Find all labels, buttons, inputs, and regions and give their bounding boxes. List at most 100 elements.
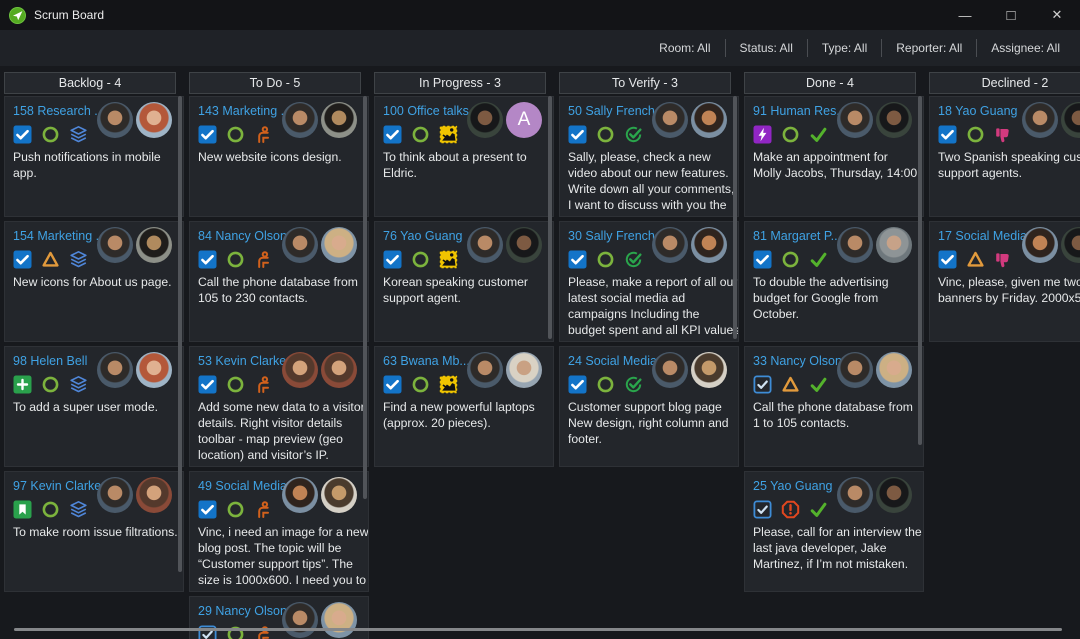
task-card[interactable]: 84 Nancy Olson Call the phone database fr…: [189, 221, 369, 342]
triangle-orange-icon: [966, 250, 985, 269]
column-cards: 143 Marketing ...New website icons desig…: [189, 96, 367, 639]
thumbsdown-pink-icon: [994, 250, 1013, 269]
person-orange-icon: [254, 250, 273, 269]
task-filled-icon: [198, 500, 217, 519]
card-title-link[interactable]: 50 Sally French: [568, 104, 655, 118]
board-column: To Do - 5143 Marketing ...New website ic…: [189, 72, 367, 639]
task-card[interactable]: 53 Kevin ClarkeAdd some new data to a vi…: [189, 346, 369, 467]
task-card[interactable]: 29 Nancy OlsonSend me the list of our ne…: [189, 596, 369, 639]
maximize-button[interactable]: □: [988, 0, 1034, 30]
card-title-link[interactable]: 29 Nancy Olson: [198, 604, 287, 618]
column-cards: 18 Yao GuangTwo Spanish speaking custome…: [929, 96, 1080, 639]
task-card[interactable]: 33 Nancy Olson Call the phone database fr…: [744, 346, 924, 467]
circle-green-icon: [411, 375, 430, 394]
card-description: Customer support blog page New design, r…: [568, 399, 738, 447]
avatar: [876, 477, 912, 513]
app-window: Scrum Board — □ ✕ Room: AllStatus: AllTy…: [0, 0, 1080, 639]
close-button[interactable]: ✕: [1034, 0, 1080, 30]
filter-bar: Room: AllStatus: AllType: AllReporter: A…: [0, 30, 1080, 66]
card-title-link[interactable]: 81 Margaret P...: [753, 229, 841, 243]
card-title-link[interactable]: 100 Office talks: [383, 104, 469, 118]
task-card[interactable]: 30 Sally FrenchPlease, make a report of …: [559, 221, 739, 342]
task-filled-icon: [198, 250, 217, 269]
task-card[interactable]: 91 Human Res... Make an appointment for M…: [744, 96, 924, 217]
task-card[interactable]: 25 Yao Guang Please, call for an intervie…: [744, 471, 924, 592]
task-card[interactable]: 100 Office talksATo think about a presen…: [374, 96, 554, 217]
column-scrollbar-thumb[interactable]: [733, 96, 737, 339]
column-header: Declined - 2: [929, 72, 1080, 94]
task-card[interactable]: 81 Margaret P...To double the advertisin…: [744, 221, 924, 342]
card-description: Sally, please, check a new video about o…: [568, 149, 738, 217]
horizontal-scrollbar-thumb[interactable]: [14, 628, 1062, 631]
avatar: [136, 477, 172, 513]
column-cards: 158 Research ...Push notifications in mo…: [4, 96, 182, 639]
column-scrollbar-thumb[interactable]: [363, 96, 367, 499]
card-title-link[interactable]: 25 Yao Guang: [753, 479, 832, 493]
filter-reporter[interactable]: Reporter: All: [881, 39, 976, 57]
worker-yellow-icon: [439, 125, 458, 144]
task-card[interactable]: 50 Sally French Sally, please, check a ne…: [559, 96, 739, 217]
card-description: To add a super user mode.: [13, 399, 183, 415]
card-title-link[interactable]: 154 Marketing ...: [13, 229, 106, 243]
card-title-link[interactable]: 97 Kevin Clarke: [13, 479, 101, 493]
filter-type[interactable]: Type: All: [807, 39, 881, 57]
bolt-purple-icon: [753, 125, 772, 144]
card-title-link[interactable]: 30 Sally French: [568, 229, 655, 243]
avatar: [691, 352, 727, 388]
card-title-link[interactable]: 98 Helen Bell: [13, 354, 87, 368]
card-title-link[interactable]: 91 Human Res...: [753, 104, 847, 118]
avatar: [467, 352, 503, 388]
filter-assignee[interactable]: Assignee: All: [976, 39, 1074, 57]
task-card[interactable]: 63 Bwana Mb... Find a new powerful laptop…: [374, 346, 554, 467]
minimize-button[interactable]: —: [942, 0, 988, 30]
card-description: Please, call for an interview the last j…: [753, 524, 923, 572]
filter-status[interactable]: Status: All: [725, 39, 807, 57]
card-title-link[interactable]: 143 Marketing ...: [198, 104, 291, 118]
task-card[interactable]: 49 Social MediaVinc, i need an image for…: [189, 471, 369, 592]
card-title-link[interactable]: 24 Social Media: [568, 354, 657, 368]
task-card[interactable]: 158 Research ...Push notifications in mo…: [4, 96, 184, 217]
task-card[interactable]: 17 Social MediaVinc, please, given me tw…: [929, 221, 1080, 342]
column-scrollbar-thumb[interactable]: [918, 96, 922, 445]
card-description: Make an appointment for Molly Jacobs, Th…: [753, 149, 923, 181]
layers-blue-icon: [69, 500, 88, 519]
person-orange-icon: [254, 125, 273, 144]
column-scrollbar-thumb[interactable]: [548, 96, 552, 339]
card-title-link[interactable]: 53 Kevin Clarke: [198, 354, 286, 368]
card-title-link[interactable]: 49 Social Media: [198, 479, 287, 493]
avatar: [136, 102, 172, 138]
avatar: [652, 102, 688, 138]
task-filled-icon: [568, 250, 587, 269]
task-filled-icon: [383, 125, 402, 144]
task-filled-icon: [383, 375, 402, 394]
task-card[interactable]: 76 Yao GuangKorean speaking customer sup…: [374, 221, 554, 342]
card-title-link[interactable]: 158 Research ...: [13, 104, 105, 118]
column-scrollbar: [548, 96, 552, 625]
task-card[interactable]: 143 Marketing ...New website icons desig…: [189, 96, 369, 217]
card-title-link[interactable]: 17 Social Media: [938, 229, 1027, 243]
card-title-link[interactable]: 33 Nancy Olson: [753, 354, 842, 368]
verify-green-icon: [624, 125, 643, 144]
card-title-link[interactable]: 76 Yao Guang: [383, 229, 462, 243]
card-title-link[interactable]: 63 Bwana Mb...: [383, 354, 470, 368]
card-title-link[interactable]: 84 Nancy Olson: [198, 229, 287, 243]
circle-green-icon: [596, 125, 615, 144]
card-description: Find a new powerful laptops (approx. 20 …: [383, 399, 553, 431]
avatar: [321, 477, 357, 513]
task-card[interactable]: 97 Kevin ClarkeTo make room issue filtra…: [4, 471, 184, 592]
card-description: Call the phone database from 105 to 230 …: [198, 274, 368, 306]
task-filled-icon: [568, 375, 587, 394]
column-header: In Progress - 3: [374, 72, 546, 94]
column-scrollbar-thumb[interactable]: [178, 96, 182, 572]
card-description: Call the phone database from 1 to 105 co…: [753, 399, 923, 431]
task-card[interactable]: 24 Social Media Customer support blog pag…: [559, 346, 739, 467]
filter-room[interactable]: Room: All: [645, 39, 724, 57]
task-card[interactable]: 18 Yao GuangTwo Spanish speaking custome…: [929, 96, 1080, 217]
avatar: [467, 102, 503, 138]
check-green-icon: [809, 250, 828, 269]
column-scrollbar: [363, 96, 367, 639]
task-card[interactable]: 154 Marketing ...New icons for About us …: [4, 221, 184, 342]
task-card[interactable]: 98 Helen Bell To add a super user mode.: [4, 346, 184, 467]
task-filled-icon: [383, 250, 402, 269]
card-title-link[interactable]: 18 Yao Guang: [938, 104, 1017, 118]
